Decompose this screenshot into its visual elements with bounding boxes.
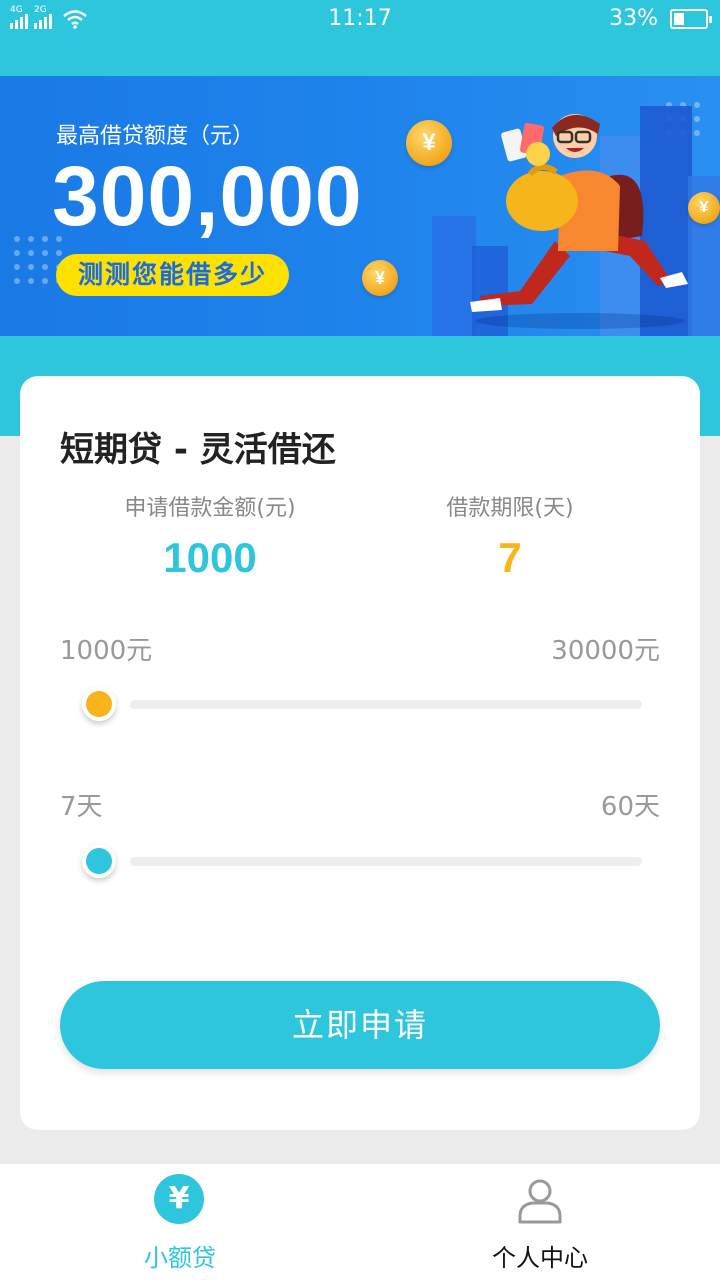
tab-small-loan-label: 小额贷 xyxy=(144,1244,216,1272)
tab-personal-center-label: 个人中心 xyxy=(492,1244,588,1272)
battery-icon xyxy=(670,8,712,29)
term-value: 7 xyxy=(498,534,522,581)
apply-now-button[interactable]: 立即申请 xyxy=(60,981,660,1069)
amount-value: 1000 xyxy=(163,534,257,581)
term-max-label: 60天 xyxy=(600,792,660,822)
card-title: 短期贷 - 灵活借还 xyxy=(60,430,336,470)
tab-small-loan[interactable]: ¥ 小额贷 xyxy=(0,1164,360,1280)
coin-icon: ¥ xyxy=(362,260,398,296)
loan-card: 短期贷 - 灵活借还 申请借款金额(元) 借款期限(天) 1000 7 1000… xyxy=(20,376,700,1130)
amount-max-label: 30000元 xyxy=(551,636,660,666)
battery-status: 33% xyxy=(609,6,712,31)
banner-subtitle: 最高借贷额度（元） xyxy=(56,124,255,149)
amount-slider-track[interactable] xyxy=(130,700,642,709)
term-label: 借款期限(天) xyxy=(446,496,574,521)
battery-fill xyxy=(674,12,684,25)
term-min-label: 7天 xyxy=(60,792,103,822)
user-icon xyxy=(514,1174,566,1226)
bottom-tab-bar: ¥ 小额贷 个人中心 xyxy=(0,1164,720,1280)
promo-banner[interactable]: 最高借贷额度（元） 300,000 测测您能借多少 ¥ ¥ ¥ xyxy=(0,76,720,336)
amount-label: 申请借款金额(元) xyxy=(124,496,296,521)
banner-max-amount: 300,000 xyxy=(52,149,363,243)
amount-slider-handle[interactable] xyxy=(82,687,116,721)
header-background xyxy=(0,40,720,76)
status-bar: 4G 2G 11:17 33% xyxy=(0,0,720,40)
tab-personal-center[interactable]: 个人中心 xyxy=(360,1164,720,1280)
running-man-illustration xyxy=(470,114,688,329)
coin-icon: ¥ xyxy=(406,120,452,166)
term-slider-handle[interactable] xyxy=(82,844,116,878)
term-slider-track[interactable] xyxy=(130,857,642,866)
amount-min-label: 1000元 xyxy=(60,636,153,666)
banner-cta-pill[interactable]: 测测您能借多少 xyxy=(56,254,290,296)
yen-icon: ¥ xyxy=(154,1174,206,1226)
battery-percent: 33% xyxy=(609,6,658,31)
